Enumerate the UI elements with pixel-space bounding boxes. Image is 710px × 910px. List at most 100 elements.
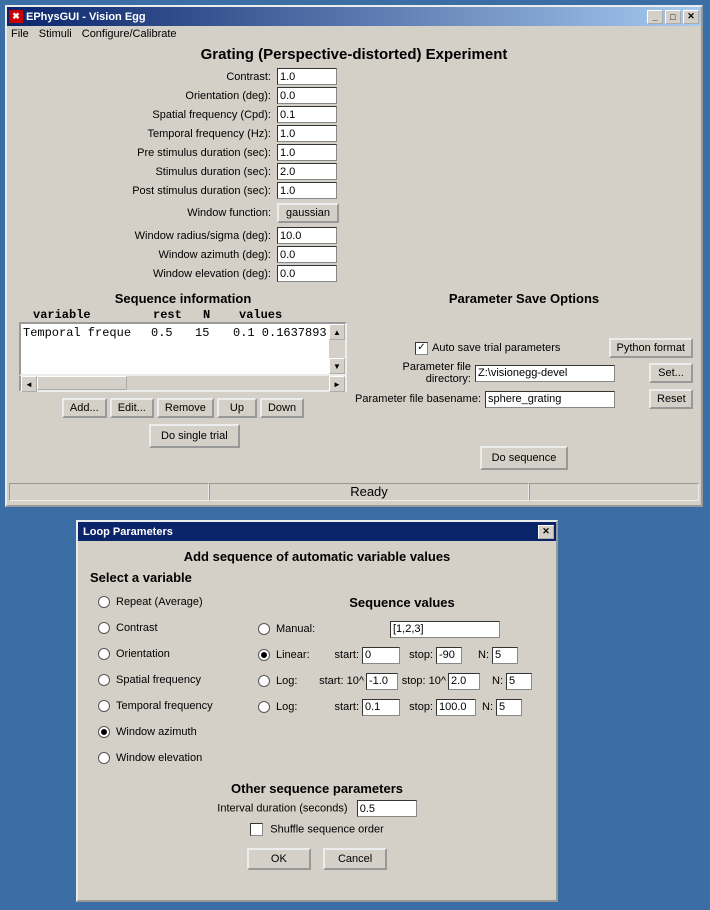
status-text: Ready — [209, 483, 529, 501]
menu-file[interactable]: File — [11, 28, 29, 40]
radio-spatial[interactable] — [98, 674, 110, 686]
win-elev-input[interactable] — [277, 265, 337, 282]
temporal-freq-input[interactable] — [277, 125, 337, 142]
log-plain-label: Log: — [276, 701, 330, 713]
edit-button[interactable]: Edit... — [110, 398, 154, 418]
pre-stim-input[interactable] — [277, 144, 337, 161]
auto-save-checkbox[interactable]: ✓ — [415, 342, 428, 355]
window-func-button[interactable]: gaussian — [277, 203, 339, 223]
main-window: ✖ EPhysGUI - Vision Egg _ □ ✕ File Stimu… — [5, 5, 703, 507]
win-radius-input[interactable] — [277, 227, 337, 244]
close-button[interactable]: ✕ — [683, 10, 699, 24]
sequence-listbox[interactable]: Temporal freque 0.5 15 0.1 0.1637893 ▲ ▼ — [19, 322, 347, 376]
linear-label: Linear: — [276, 649, 330, 661]
log-plain-start-input[interactable] — [362, 699, 400, 716]
interval-input[interactable] — [357, 800, 417, 817]
stim-dur-label: Stimulus duration (sec): — [7, 166, 277, 178]
param-base-label: Parameter file basename: — [355, 393, 485, 405]
linear-start-input[interactable] — [362, 647, 400, 664]
radio-temporal[interactable] — [98, 700, 110, 712]
loop-close-button[interactable]: ✕ — [538, 525, 554, 539]
win-elev-label: Window elevation (deg): — [7, 268, 277, 280]
scroll-down-icon[interactable]: ▼ — [329, 358, 345, 374]
log-plain-stop-input[interactable] — [436, 699, 476, 716]
do-sequence-button[interactable]: Do sequence — [480, 446, 569, 470]
scroll-thumb[interactable] — [37, 376, 127, 390]
app-icon: ✖ — [9, 10, 23, 23]
log-exp-stop-input[interactable] — [448, 673, 480, 690]
radio-repeat[interactable] — [98, 596, 110, 608]
win-radius-label: Window radius/sigma (deg): — [7, 230, 277, 242]
minimize-button[interactable]: _ — [647, 10, 663, 24]
menubar: File Stimuli Configure/Calibrate — [7, 26, 701, 42]
window-func-label: Window function: — [7, 207, 277, 219]
radio-contrast[interactable] — [98, 622, 110, 634]
log-plain-n-label: N: — [476, 701, 496, 713]
manual-input[interactable] — [390, 621, 500, 638]
experiment-heading: Grating (Perspective-distorted) Experime… — [7, 46, 701, 63]
menu-stimuli[interactable]: Stimuli — [39, 28, 72, 40]
param-dir-label: Parameter file directory: — [355, 361, 475, 385]
row-variable: Temporal freque — [23, 326, 151, 340]
loop-title: Loop Parameters — [80, 526, 173, 538]
var-temporal: Temporal frequency — [116, 700, 213, 712]
scroll-up-icon[interactable]: ▲ — [329, 324, 345, 340]
do-single-trial-button[interactable]: Do single trial — [149, 424, 240, 448]
radio-orientation[interactable] — [98, 648, 110, 660]
linear-stop-label: stop: — [400, 649, 436, 661]
down-button[interactable]: Down — [260, 398, 304, 418]
seq-scrollbar-v[interactable]: ▲ ▼ — [329, 324, 345, 374]
select-var-label: Select a variable — [90, 570, 556, 585]
set-dir-button[interactable]: Set... — [649, 363, 693, 383]
pre-stim-label: Pre stimulus duration (sec): — [7, 147, 277, 159]
main-titlebar[interactable]: ✖ EPhysGUI - Vision Egg _ □ ✕ — [7, 7, 701, 26]
stim-dur-input[interactable] — [277, 163, 337, 180]
radio-azimuth[interactable] — [98, 726, 110, 738]
reset-button[interactable]: Reset — [649, 389, 693, 409]
add-button[interactable]: Add... — [62, 398, 107, 418]
param-base-input[interactable] — [485, 391, 615, 408]
log-exp-start-input[interactable] — [366, 673, 398, 690]
scroll-right-icon[interactable]: ► — [329, 376, 345, 392]
log-plain-n-input[interactable] — [496, 699, 522, 716]
remove-button[interactable]: Remove — [157, 398, 214, 418]
window-title: EPhysGUI - Vision Egg — [26, 11, 146, 23]
radio-log-plain[interactable] — [258, 701, 270, 713]
loop-window: Loop Parameters ✕ Add sequence of automa… — [76, 520, 558, 902]
radio-linear[interactable] — [258, 649, 270, 661]
python-format-button[interactable]: Python format — [609, 338, 693, 358]
menu-configure[interactable]: Configure/Calibrate — [82, 28, 177, 40]
cancel-button[interactable]: Cancel — [323, 848, 387, 870]
param-save-title: Parameter Save Options — [355, 291, 693, 306]
var-orientation: Orientation — [116, 648, 170, 660]
var-spatial: Spatial frequency — [116, 674, 201, 686]
maximize-button[interactable]: □ — [665, 10, 681, 24]
scroll-left-icon[interactable]: ◄ — [21, 376, 37, 392]
win-azimuth-input[interactable] — [277, 246, 337, 263]
param-dir-input[interactable] — [475, 365, 615, 382]
radio-log-exp[interactable] — [258, 675, 270, 687]
loop-titlebar[interactable]: Loop Parameters ✕ — [78, 522, 556, 541]
loop-heading: Add sequence of automatic variable value… — [78, 549, 556, 564]
other-params-title: Other sequence parameters — [78, 781, 556, 796]
radio-manual[interactable] — [258, 623, 270, 635]
log-plain-start-label: start: — [330, 701, 362, 713]
var-azimuth: Window azimuth — [116, 726, 197, 738]
contrast-input[interactable] — [277, 68, 337, 85]
orientation-input[interactable] — [277, 87, 337, 104]
radio-elevation[interactable] — [98, 752, 110, 764]
win-azimuth-label: Window azimuth (deg): — [7, 249, 277, 261]
shuffle-checkbox[interactable] — [250, 823, 263, 836]
seq-scrollbar-h[interactable]: ◄ ► — [19, 376, 347, 392]
up-button[interactable]: Up — [217, 398, 257, 418]
post-stim-input[interactable] — [277, 182, 337, 199]
linear-stop-input[interactable] — [436, 647, 462, 664]
ok-button[interactable]: OK — [247, 848, 311, 870]
linear-n-input[interactable] — [492, 647, 518, 664]
row-rest: 0.5 — [151, 326, 195, 340]
contrast-label: Contrast: — [7, 71, 277, 83]
log-exp-n-input[interactable] — [506, 673, 532, 690]
row-values: 0.1 0.1637893 — [233, 326, 327, 340]
interval-label: Interval duration (seconds) — [217, 803, 347, 815]
spatial-freq-input[interactable] — [277, 106, 337, 123]
